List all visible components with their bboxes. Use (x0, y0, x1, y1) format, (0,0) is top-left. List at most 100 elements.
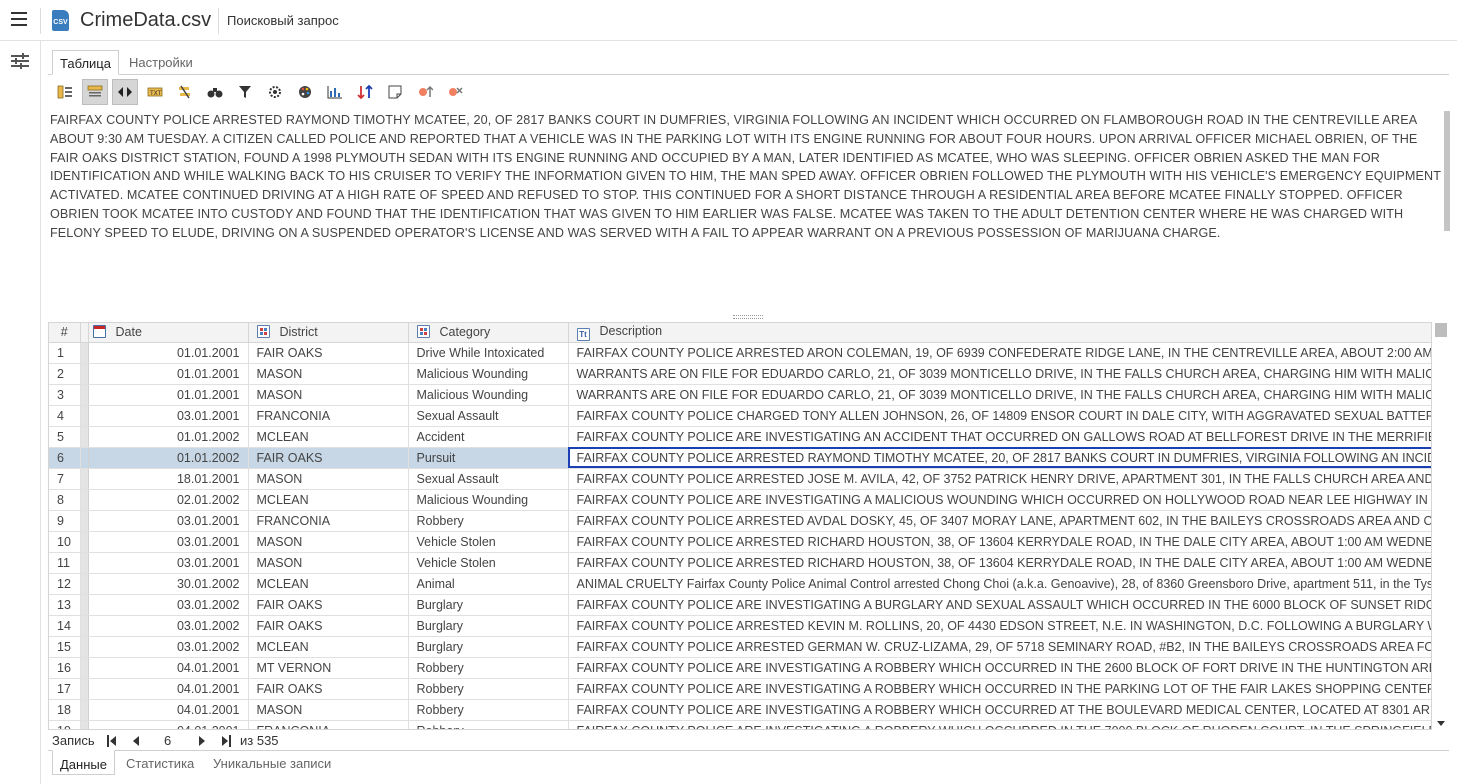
cell-district[interactable]: MASON (248, 363, 409, 385)
cell-district[interactable]: FAIR OAKS (248, 342, 409, 364)
cell-date[interactable]: 04.01.2001 (88, 720, 249, 729)
cell-description[interactable]: WARRANTS ARE ON FILE FOR EDUARDO CARLO, … (568, 384, 1431, 406)
tab-unique-records[interactable]: Уникальные записи (206, 750, 338, 775)
cell-category[interactable]: Animal (408, 573, 569, 595)
detail-scrollbar[interactable] (1444, 111, 1450, 231)
cell-date[interactable]: 01.01.2001 (88, 363, 249, 385)
table-row[interactable]: 6 01.01.2002 FAIR OAKS Pursuit FAIRFAX COUNT… (49, 447, 1431, 469)
sort-order-icon[interactable] (352, 79, 378, 105)
column-header-date[interactable]: Date (88, 323, 249, 343)
cell-district[interactable]: FRANCONIA (248, 510, 409, 532)
menu-icon[interactable] (11, 12, 27, 28)
highlight-up-icon[interactable] (412, 79, 438, 105)
cell-category[interactable]: Robbery (408, 699, 569, 721)
cell-category[interactable]: Accident (408, 426, 569, 448)
cell-row-number[interactable]: 18 (49, 699, 81, 721)
cell-description[interactable]: FAIRFAX COUNTY POLICE ARE INVESTIGATING … (568, 489, 1431, 511)
table-row[interactable]: 19 04.01.2001FRANCONIARobberyFAIRFAX COUN… (49, 720, 1431, 729)
cell-row-number[interactable]: 4 (49, 405, 81, 427)
cell-date[interactable]: 03.01.2001 (88, 510, 249, 532)
row-view-icon[interactable] (82, 79, 108, 105)
table-row[interactable]: 10 03.01.2001 MASON Vehicle Stolen FAIRFAX C… (49, 531, 1431, 553)
tab-table[interactable]: Таблица (52, 50, 119, 75)
cell-description[interactable]: FAIRFAX COUNTY POLICE ARRESTED GERMAN W.… (568, 636, 1431, 658)
table-row[interactable]: 1 01.01.2001 FAIR OAKS Drive While Intoxica… (49, 342, 1431, 364)
cell-date[interactable]: 04.01.2001 (88, 657, 249, 679)
cell-district[interactable]: MT VERNON (248, 657, 409, 679)
column-header-category[interactable]: Category (408, 323, 569, 343)
cell-category[interactable]: Malicious Wounding (408, 489, 569, 511)
table-row[interactable]: 14 03.01.2002 FAIR OAKS Burglary FAIRFAX COU… (49, 615, 1431, 637)
table-row[interactable]: 3 01.01.2001 MASON Malicious Wounding WARRAN… (49, 384, 1431, 406)
cell-date[interactable]: 30.01.2002 (88, 573, 249, 595)
highlight-clear-icon[interactable] (442, 79, 468, 105)
cell-date[interactable]: 18.01.2001 (88, 468, 249, 490)
cell-row-number[interactable]: 15 (49, 636, 81, 658)
cell-row-number[interactable]: 13 (49, 594, 81, 616)
cell-date[interactable]: 02.01.2002 (88, 489, 249, 511)
cell-category[interactable]: Malicious Wounding (408, 363, 569, 385)
sliders-icon[interactable] (11, 53, 29, 69)
cell-description[interactable]: FAIRFAX COUNTY POLICE ARE INVESTIGATING … (568, 678, 1431, 700)
table-row[interactable]: 8 02.01.2002 MCLEAN Malicious Wounding FAIRF… (49, 489, 1431, 511)
cell-row-number[interactable]: 17 (49, 678, 81, 700)
table-row[interactable]: 2 01.01.2001 MASON Malicious Wounding WARRAN… (49, 363, 1431, 385)
cell-district[interactable]: MASON (248, 699, 409, 721)
cell-district[interactable]: MASON (248, 552, 409, 574)
column-header-num[interactable]: # (49, 323, 81, 343)
table-row[interactable]: 11 03.01.2001 MASON Vehicle Stolen FAIRFAX C… (49, 552, 1431, 574)
cell-row-number[interactable]: 5 (49, 426, 81, 448)
find-icon[interactable] (202, 79, 228, 105)
sort-icon[interactable] (172, 79, 198, 105)
chart-icon[interactable] (322, 79, 348, 105)
table-row[interactable]: 7 18.01.2001 MASON Sexual Assault FAIRFAX CO… (49, 468, 1431, 490)
cell-row-number[interactable]: 11 (49, 552, 81, 574)
cell-category[interactable]: Burglary (408, 594, 569, 616)
cell-description[interactable]: FAIRFAX COUNTY POLICE ARE INVESTIGATING … (568, 699, 1431, 721)
cell-category[interactable]: Robbery (408, 678, 569, 700)
cell-district[interactable]: FAIR OAKS (248, 678, 409, 700)
column-header-description[interactable]: Tt Description (568, 323, 1431, 343)
table-row[interactable]: 15 03.01.2002 MCLEAN Burglary FAIRFAX COUNTY… (49, 636, 1431, 658)
cell-category[interactable]: Robbery (408, 720, 569, 729)
cell-description[interactable]: FAIRFAX COUNTY POLICE ARRESTED ARON COLE… (568, 342, 1431, 364)
cell-description[interactable]: FAIRFAX COUNTY POLICE ARE INVESTIGATING … (568, 426, 1431, 448)
table-row[interactable]: 13 03.01.2002 FAIR OAKS Burglary FAIRFAX COU… (49, 594, 1431, 616)
cell-date[interactable]: 03.01.2002 (88, 615, 249, 637)
fit-columns-icon[interactable] (112, 79, 138, 105)
table-row[interactable]: 9 03.01.2001 FRANCONIA Robbery FAIRFAX COUNT… (49, 510, 1431, 532)
cell-date[interactable]: 04.01.2001 (88, 678, 249, 700)
note-icon[interactable] (382, 79, 408, 105)
cell-row-number[interactable]: 1 (49, 342, 81, 364)
table-row[interactable]: 16 04.01.2001 MT VERNON Robbery FAIRFAX COUN… (49, 657, 1431, 679)
cell-description[interactable]: FAIRFAX COUNTY POLICE CHARGED TONY ALLEN… (568, 405, 1431, 427)
grid-scrollbar[interactable] (1434, 322, 1448, 730)
settings-gear-icon[interactable] (262, 79, 288, 105)
column-header-district[interactable]: District (248, 323, 409, 343)
cell-date[interactable]: 04.01.2001 (88, 699, 249, 721)
cell-date[interactable]: 03.01.2002 (88, 594, 249, 616)
filter-icon[interactable] (232, 79, 258, 105)
prev-record-button[interactable] (131, 735, 141, 747)
color-icon[interactable] (292, 79, 318, 105)
last-record-button[interactable] (222, 735, 232, 747)
cell-row-number[interactable]: 19 (49, 720, 81, 729)
cell-category[interactable]: Pursuit (408, 447, 569, 469)
cell-category[interactable]: Drive While Intoxicated (408, 342, 569, 364)
cell-description[interactable]: WARRANTS ARE ON FILE FOR EDUARDO CARLO, … (568, 363, 1431, 385)
cell-category[interactable]: Robbery (408, 657, 569, 679)
table-row[interactable]: 5 01.01.2002 MCLEAN Accident FAIRFAX COUNTY … (49, 426, 1431, 448)
cell-district[interactable]: FAIR OAKS (248, 594, 409, 616)
table-row[interactable]: 4 03.01.2001 FRANCONIA Sexual Assault FAIRFA… (49, 405, 1431, 427)
cell-row-number[interactable]: 16 (49, 657, 81, 679)
cell-description[interactable]: FAIRFAX COUNTY POLICE ARRESTED RICHARD H… (568, 531, 1431, 553)
cell-row-number[interactable]: 6 (49, 447, 81, 469)
tab-statistics[interactable]: Статистика (119, 750, 201, 775)
cell-district[interactable]: MASON (248, 468, 409, 490)
table-row[interactable]: 12 30.01.2002 MCLEAN Animal ANIMAL CRUELTY F… (49, 573, 1431, 595)
text-view-icon[interactable]: TXT (142, 79, 168, 105)
tab-settings[interactable]: Настройки (122, 50, 200, 75)
cell-date[interactable]: 01.01.2001 (88, 342, 249, 364)
cell-row-number[interactable]: 8 (49, 489, 81, 511)
cell-district[interactable]: MASON (248, 531, 409, 553)
